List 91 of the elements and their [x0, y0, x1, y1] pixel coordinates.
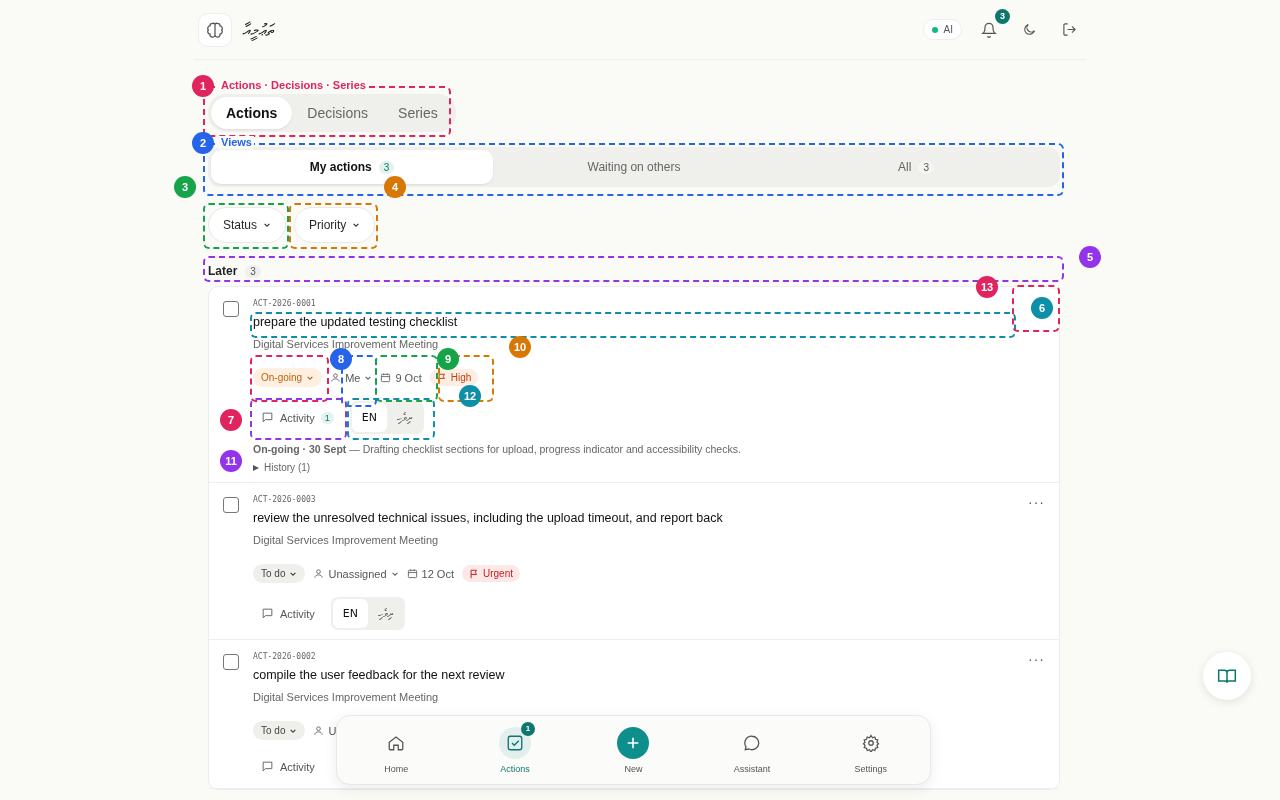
nav-item[interactable]: Settings [825, 726, 916, 774]
annotation-number: 4 [384, 176, 406, 198]
checkbox[interactable] [223, 301, 239, 317]
due-date-button[interactable]: 12 Oct [406, 567, 454, 580]
action-title: compile the user feedback for the next review [253, 668, 505, 682]
view-label: Waiting on others [587, 160, 681, 174]
view-label: All [898, 160, 912, 174]
group-title: Later [208, 264, 238, 278]
checkbox[interactable] [223, 654, 239, 670]
activity-button[interactable]: Activity [253, 601, 323, 626]
nav-item[interactable]: Home [351, 726, 442, 774]
annotation-number: 3 [174, 176, 196, 198]
checkbox-icon [505, 733, 524, 752]
view-tab[interactable]: Waiting on others [493, 150, 775, 184]
assignee-dropdown[interactable]: Me [330, 371, 373, 384]
priority-tag[interactable]: High [429, 369, 479, 386]
chevron-icon [352, 221, 361, 229]
view-count: 3 [378, 160, 395, 174]
nav-item[interactable]: Assistant [707, 726, 798, 774]
more-menu-button[interactable]: ··· [1028, 495, 1045, 509]
nav-label: Home [384, 763, 409, 774]
action-title: prepare the updated testing checklist [253, 315, 458, 329]
activity-button[interactable]: Activity 1 [253, 405, 342, 430]
assignee-dropdown[interactable]: U [313, 724, 337, 737]
activity-button[interactable]: Activity [253, 754, 323, 779]
view-count: 3 [918, 160, 934, 174]
state-pill[interactable]: On-going [253, 368, 323, 387]
moon-icon [1021, 22, 1037, 37]
annotation-number: 2 [192, 132, 214, 154]
filter-dropdown[interactable]: Status [208, 207, 287, 243]
meeting-name: Digital Services Improvement Meeting [253, 691, 439, 703]
calendar-icon [380, 372, 392, 383]
language-option[interactable]: EN [351, 403, 388, 432]
chevron-icon [263, 221, 272, 229]
meeting-name: Digital Services Improvement Meeting [253, 534, 439, 546]
section-tab[interactable]: Decisions [292, 97, 384, 129]
nav-badge: 1 [520, 721, 535, 736]
meeting-name: Digital Services Improvement Meeting [253, 338, 439, 350]
language-option[interactable]: ދިވެހި [368, 599, 404, 628]
action-id: ACT-2026-0003 [253, 495, 316, 504]
brain-logo-icon[interactable] [198, 12, 232, 47]
view-tab[interactable]: All 3 [775, 150, 1057, 184]
chat-icon [743, 733, 762, 752]
checkbox[interactable] [223, 497, 239, 513]
nav-label: Assistant [733, 763, 771, 774]
annotation-number: 13 [976, 276, 998, 298]
person-icon [330, 372, 342, 383]
nav-label: Actions [500, 763, 530, 774]
section-tab[interactable]: Actions [211, 97, 293, 129]
section-tab[interactable]: Series [383, 97, 453, 129]
language-option[interactable]: ދިވެހި [387, 403, 423, 432]
comment-icon [261, 411, 274, 424]
flag-icon [468, 568, 479, 579]
view-tab[interactable]: My actions 3 [211, 150, 493, 184]
annotation-number: 1 [192, 75, 214, 97]
settings-icon [861, 733, 880, 752]
state-pill[interactable]: To do [253, 721, 306, 740]
calendar-icon [406, 568, 418, 579]
action-id: ACT-2026-0001 [253, 299, 316, 308]
logout-icon [1061, 22, 1077, 37]
activity-count: 1 [320, 411, 334, 424]
state-pill[interactable]: To do [253, 564, 306, 583]
history-toggle[interactable]: History (1) [253, 462, 311, 473]
more-menu-button[interactable]: ··· [1028, 652, 1045, 666]
bell-icon [981, 21, 997, 38]
filter-dropdown[interactable]: Priority [294, 207, 376, 243]
priority-tag[interactable]: Urgent [461, 565, 520, 582]
comment-icon [261, 760, 274, 773]
group-count: 3 [245, 264, 261, 278]
notification-count: 3 [995, 8, 1010, 24]
latest-update: On-going · 30 Sept — Drafting checklist sections for upload, progress indicator and accessibility checks. [253, 443, 741, 455]
action-title: review the unresolved technical issues, including the upload timeout, and report back [253, 511, 723, 525]
language-option[interactable]: EN [332, 599, 369, 628]
assignee-dropdown[interactable]: Unassigned [313, 567, 399, 580]
plus-icon [617, 726, 650, 759]
ai-toggle[interactable]: AI [922, 19, 962, 40]
nav-label: Settings [854, 763, 887, 774]
annotation-number: 5 [1079, 246, 1101, 268]
annotation-label: Actions · Decisions · Series [219, 79, 368, 92]
due-date-button[interactable]: 9 Oct [380, 371, 422, 384]
app-name: ތަޢުމީއާ [242, 19, 273, 40]
comment-icon [261, 607, 274, 620]
view-label: My actions [309, 160, 372, 174]
guide-button[interactable] [1203, 652, 1251, 700]
nav-label: New [624, 763, 643, 774]
book-icon [1217, 666, 1237, 686]
nav-item[interactable]: New [588, 726, 679, 774]
annotation-label: Views [219, 136, 254, 149]
person-icon [313, 725, 325, 736]
person-icon [313, 568, 325, 579]
action-id: ACT-2026-0002 [253, 652, 316, 661]
